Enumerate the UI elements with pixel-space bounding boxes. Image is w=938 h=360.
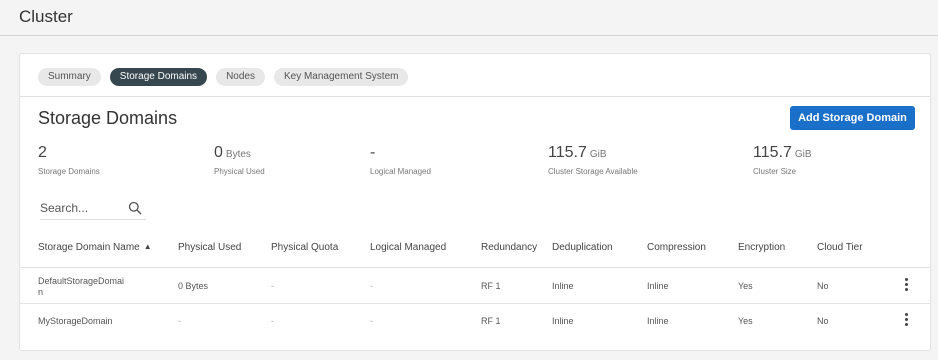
column-header-physical-used: Physical Used xyxy=(178,242,242,253)
stat-storage-domains: 2 Storage Domains xyxy=(38,144,100,176)
tab-divider xyxy=(20,96,930,97)
physical-used-cell: - xyxy=(178,316,181,326)
stat-label: Storage Domains xyxy=(38,167,100,176)
physical-used-cell: 0 Bytes xyxy=(178,281,209,291)
stat-label: Physical Used xyxy=(214,167,265,176)
compression-cell: Inline xyxy=(647,281,669,291)
stat-value: - xyxy=(370,144,376,161)
column-header-encryption: Encryption xyxy=(738,242,786,253)
column-header-storage-domain-name[interactable]: Storage Domain Name ▲ xyxy=(38,242,152,253)
physical-quota-cell: - xyxy=(271,281,274,291)
add-storage-domain-button[interactable]: Add Storage Domain xyxy=(790,106,915,130)
deduplication-cell: Inline xyxy=(552,281,574,291)
stat-value: 0 Bytes xyxy=(214,144,251,161)
stat-label: Logical Managed xyxy=(370,167,431,176)
row-actions-kebab-icon[interactable] xyxy=(902,278,910,292)
column-header-redundancy: Redundancy xyxy=(481,242,538,253)
physical-quota-cell: - xyxy=(271,316,274,326)
encryption-cell: Yes xyxy=(738,316,753,326)
search-icon[interactable] xyxy=(128,201,142,215)
tab-nodes[interactable]: Nodes xyxy=(216,68,265,86)
stat-logical-managed: - Logical Managed xyxy=(370,144,431,176)
page-header: Cluster xyxy=(0,0,938,36)
redundancy-cell: RF 1 xyxy=(481,281,501,291)
stat-value: 115.7 GiB xyxy=(548,144,607,161)
logical-managed-cell: - xyxy=(370,316,373,326)
storage-domain-name[interactable]: MyStorageDomain xyxy=(38,316,113,327)
section-title: Storage Domains xyxy=(38,108,178,128)
sort-ascending-icon: ▲ xyxy=(143,242,152,251)
stat-value: 115.7 GiB xyxy=(753,144,812,161)
page-title: Cluster xyxy=(19,7,73,26)
logical-managed-cell: - xyxy=(370,281,373,291)
encryption-cell: Yes xyxy=(738,281,753,291)
table-header-divider xyxy=(20,267,930,268)
tab-key-management-system[interactable]: Key Management System xyxy=(273,68,409,86)
stat-physical-used: 0 Bytes Physical Used xyxy=(214,144,265,176)
search-input[interactable] xyxy=(40,198,120,218)
stat-cluster-storage-available: 115.7 GiB Cluster Storage Available xyxy=(548,144,638,176)
row-actions-kebab-icon[interactable] xyxy=(902,313,910,327)
deduplication-cell: Inline xyxy=(552,316,574,326)
storage-domains-card: Summary Storage Domains Nodes Key Manage… xyxy=(19,53,931,351)
column-header-cloud-tier: Cloud Tier xyxy=(817,242,863,253)
row-divider xyxy=(20,303,930,304)
column-header-compression: Compression xyxy=(647,242,706,253)
column-header-physical-quota: Physical Quota xyxy=(271,242,339,253)
compression-cell: Inline xyxy=(647,316,669,326)
stat-value: 2 xyxy=(38,144,47,161)
column-header-deduplication: Deduplication xyxy=(552,242,613,253)
column-header-logical-managed: Logical Managed xyxy=(370,242,447,253)
stat-cluster-size: 115.7 GiB Cluster Size xyxy=(753,144,812,176)
stat-label: Cluster Storage Available xyxy=(548,167,638,176)
search-box xyxy=(40,198,146,220)
cloud-tier-cell: No xyxy=(817,281,829,291)
stat-label: Cluster Size xyxy=(753,167,797,176)
redundancy-cell: RF 1 xyxy=(481,316,501,326)
tab-summary[interactable]: Summary xyxy=(38,68,101,86)
storage-domain-name[interactable]: DefaultStorageDomai n xyxy=(38,276,124,298)
tab-storage-domains[interactable]: Storage Domains xyxy=(109,68,208,86)
tab-bar: Summary Storage Domains Nodes Key Manage… xyxy=(38,68,409,86)
cloud-tier-cell: No xyxy=(817,316,829,326)
